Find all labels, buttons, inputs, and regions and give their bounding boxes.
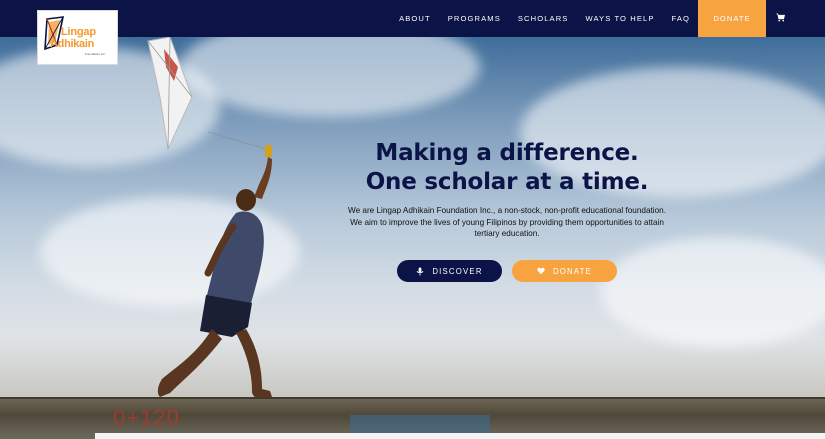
hero-headline: Making a difference. One scholar at a ti…	[340, 139, 674, 197]
logo-text-line1: Lingap	[61, 26, 96, 38]
site-logo[interactable]: Lingap Adhikain Foundation Inc.	[37, 10, 118, 65]
hero-description: We are Lingap Adhikain Foundation Inc., …	[347, 206, 666, 239]
nav-ways-to-help[interactable]: WAYS TO HELP	[585, 14, 654, 23]
heart-icon	[537, 267, 545, 275]
logo-text-line2: Adhikain	[50, 38, 95, 50]
donate-label: DONATE	[552, 266, 593, 276]
nav-programs[interactable]: PROGRAMS	[448, 14, 501, 23]
content-edge	[95, 433, 825, 439]
headline-line2: One scholar at a time.	[365, 169, 649, 195]
running-child-image	[157, 131, 272, 399]
hero-section: 0+120 Making a difference. One scholar a…	[0, 37, 825, 439]
headline-line1: Making a difference.	[375, 140, 639, 166]
logo-text-line3: Foundation Inc.	[85, 52, 106, 56]
cart-icon[interactable]	[776, 13, 785, 22]
nav-scholars[interactable]: SCHOLARS	[518, 14, 569, 23]
nav-faq[interactable]: FAQ	[672, 14, 691, 23]
discover-label: DISCOVER	[432, 266, 483, 276]
main-menu: ABOUT PROGRAMS SCHOLARS WAYS TO HELP FAQ	[382, 0, 690, 37]
wall-graffiti: 0+120	[113, 405, 180, 430]
hero-donate-button[interactable]: DONATE	[512, 260, 617, 282]
nav-donate-button[interactable]: DONATE	[698, 0, 766, 37]
discover-button[interactable]: DISCOVER	[397, 260, 502, 282]
microphone-icon	[416, 267, 424, 276]
nav-about[interactable]: ABOUT	[399, 14, 431, 23]
top-navigation: ABOUT PROGRAMS SCHOLARS WAYS TO HELP FAQ…	[0, 0, 825, 37]
cloud	[600, 237, 825, 347]
